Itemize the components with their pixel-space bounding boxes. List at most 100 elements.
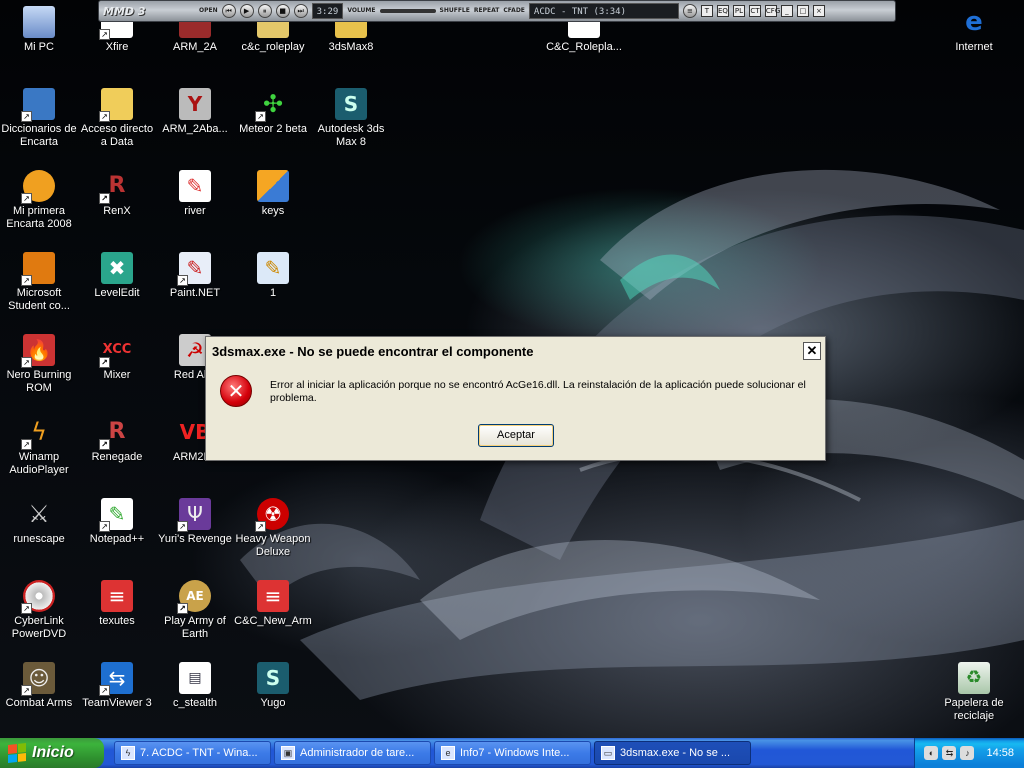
desktop-icon-heavy-weapon[interactable]: ☢ ↗ Heavy Weapon Deluxe: [234, 498, 312, 559]
toggle-eq-button[interactable]: EQ: [716, 5, 729, 17]
desktop-icon-river[interactable]: ✎ river: [156, 170, 234, 218]
desktop-icon-renegade[interactable]: R ↗ Renegade: [78, 416, 156, 464]
open-button[interactable]: OPEN: [199, 7, 218, 15]
desktop-icon-label: Acceso directo a Data: [80, 123, 154, 148]
desktop-icon-diccionarios[interactable]: ↗ Diccionarios de Encarta: [0, 88, 78, 149]
desktop-icon-internet[interactable]: e Internet: [935, 6, 1013, 54]
shortcut-arrow-icon: ↗: [99, 439, 110, 450]
recycle-bin-icon: ♻: [958, 662, 990, 694]
volume-icon[interactable]: ♪: [960, 746, 975, 760]
desktop-icon-keys[interactable]: keys: [234, 170, 312, 218]
archive-icon: ≡: [101, 580, 133, 612]
desktop-icon-army-of-earth[interactable]: AE ↗ Play Army of Earth: [156, 580, 234, 641]
desktop-icon-1[interactable]: ✎ 1: [234, 252, 312, 300]
desktop-icon-autodesk-3ds[interactable]: S Autodesk 3ds Max 8: [312, 88, 390, 149]
desktop-icon-teamviewer[interactable]: ⇆ ↗ TeamViewer 3: [78, 662, 156, 710]
minimize-icon[interactable]: _: [780, 5, 793, 17]
toggle-t-button[interactable]: T: [700, 5, 713, 17]
desktop-icon-mi-primera-encarta[interactable]: ↗ Mi primera Encarta 2008: [0, 170, 78, 231]
winamp-mini-player[interactable]: MMD 3 OPEN ⏮ ▶ ⏸ ■ ⏭ 3:29 VOLUME SHUFFLE…: [98, 0, 896, 22]
accept-button[interactable]: Aceptar: [478, 424, 554, 447]
next-icon[interactable]: ⏭: [293, 4, 308, 18]
desktop-icon-mi-pc[interactable]: Mi PC: [0, 6, 78, 54]
taskbar-item-internet-explorer[interactable]: e Info7 - Windows Inte...: [434, 741, 591, 765]
clock[interactable]: 14:58: [986, 747, 1014, 759]
desktop-icon-combat-arms[interactable]: ☺ ↗ Combat Arms: [0, 662, 78, 710]
play-icon[interactable]: ▶: [239, 4, 254, 18]
taskbar-item-task-manager[interactable]: ▣ Administrador de tare...: [274, 741, 431, 765]
pause-icon[interactable]: ⏸: [257, 4, 272, 18]
restore-icon[interactable]: □: [796, 5, 809, 17]
desktop-icon-microsoft-student[interactable]: ↗ Microsoft Student co...: [0, 252, 78, 313]
leveledit-tools-icon: ✖: [101, 252, 133, 284]
desktop-icon-winamp[interactable]: ϟ ↗ Winamp AudioPlayer: [0, 416, 78, 477]
desktop-icon-paint-net[interactable]: ✎ ↗ Paint.NET: [156, 252, 234, 300]
close-icon[interactable]: ×: [812, 5, 825, 17]
volume-slider[interactable]: [379, 9, 436, 13]
previous-icon[interactable]: ⏮: [221, 4, 236, 18]
dialog-title-bar[interactable]: 3dsmax.exe - No se puede encontrar el co…: [206, 337, 825, 365]
taskbar-item-label: 7. ACDC - TNT - Wina...: [140, 747, 258, 759]
desktop-icon-label: texutes: [99, 615, 135, 627]
crossfade-toggle[interactable]: CFADE: [503, 7, 525, 15]
shortcut-arrow-icon: ↗: [99, 193, 110, 204]
shortcut-arrow-icon: ↗: [21, 685, 32, 696]
keys-app-icon: [257, 170, 289, 202]
shortcut-arrow-icon: ↗: [99, 29, 110, 40]
mixer-icon: XCC ↗: [99, 334, 133, 368]
taskbar-buttons: ϟ 7. ACDC - TNT - Wina... ▣ Administrado…: [104, 741, 751, 765]
shortcut-arrow-icon: ↗: [21, 111, 32, 122]
desktop-icon-cc-new-arm[interactable]: ≡ C&C_New_Arm: [234, 580, 312, 628]
shortcut-arrow-icon: ↗: [177, 603, 188, 614]
windows-flag-icon: [8, 743, 26, 763]
stop-icon[interactable]: ■: [275, 4, 290, 18]
shortcut-arrow-icon: ↗: [177, 275, 188, 286]
shortcut-arrow-icon: ↗: [255, 521, 266, 532]
toggle-cfg-button[interactable]: CFG: [764, 5, 780, 17]
desktop-icon-yuris-revenge[interactable]: Ψ ↗ Yuri's Revenge: [156, 498, 234, 546]
repeat-toggle[interactable]: REPEAT: [474, 7, 500, 15]
desktop-icon-runescape[interactable]: ⚔ runescape: [0, 498, 78, 546]
desktop-icon-renx[interactable]: R ↗ RenX: [78, 170, 156, 218]
desktop-icon-label: Mixer: [103, 369, 131, 381]
tray-app-icon[interactable]: ◐: [924, 746, 939, 760]
desktop-icon-acceso-data[interactable]: ↗ Acceso directo a Data: [78, 88, 156, 149]
desktop-icon-meteor[interactable]: ✣ ↗ Meteor 2 beta: [234, 88, 312, 136]
desktop-icon-c-stealth[interactable]: ▤ c_stealth: [156, 662, 234, 710]
desktop-icon-notepad-pp[interactable]: ✎ ↗ Notepad++: [78, 498, 156, 546]
desktop-icon-leveledit[interactable]: ✖ LevelEdit: [78, 252, 156, 300]
toggle-pl-button[interactable]: PL: [732, 5, 745, 17]
toggle-ct-button[interactable]: CT: [748, 5, 761, 17]
desktop-icon-label: Xfire: [105, 41, 129, 53]
shuffle-toggle[interactable]: SHUFFLE: [440, 7, 470, 15]
taskbar-item-3dsmax-error[interactable]: ▭ 3dsmax.exe - No se ...: [594, 741, 751, 765]
renx-icon: R ↗: [99, 170, 133, 204]
shortcut-arrow-icon: ↗: [99, 685, 110, 696]
teamviewer-icon: ⇆ ↗: [99, 662, 133, 696]
desktop-icon-label: Notepad++: [89, 533, 145, 545]
desktop-icon-yugo[interactable]: S Yugo: [234, 662, 312, 710]
taskbar-item-winamp[interactable]: ϟ 7. ACDC - TNT - Wina...: [114, 741, 271, 765]
winamp-time-display: 3:29: [311, 3, 344, 19]
desktop-icon-nero[interactable]: 🔥 ↗ Nero Burning ROM: [0, 334, 78, 395]
desktop-icon-label: C&C_New_Arm: [234, 615, 312, 627]
desktop-icon-powerdvd[interactable]: ↗ CyberLink PowerDVD: [0, 580, 78, 641]
network-icon[interactable]: ⇆: [942, 746, 957, 760]
close-icon[interactable]: ✕: [803, 342, 821, 360]
desktop-icon-recycle-bin[interactable]: ♻ Papelera de reciclaje: [935, 662, 1013, 723]
encarta-kids-icon: ↗: [21, 170, 55, 204]
desktop-icon-arm-2aba[interactable]: Y ARM_2Aba...: [156, 88, 234, 136]
error-dialog: 3dsmax.exe - No se puede encontrar el co…: [205, 336, 826, 461]
desktop-icon-texutes[interactable]: ≡ texutes: [78, 580, 156, 628]
desktop-icon-label: keys: [261, 205, 285, 217]
start-button[interactable]: Inicio: [0, 738, 104, 768]
desktop-icon-label: Diccionarios de Encarta: [1, 123, 77, 148]
desktop-icon-label: Yuri's Revenge: [158, 533, 232, 545]
desktop-icon-label: Meteor 2 beta: [239, 123, 307, 135]
desktop-icon-label: Autodesk 3ds Max 8: [317, 123, 385, 148]
desktop-icon-label: c&c_roleplay: [241, 41, 305, 53]
menu-icon[interactable]: ≡: [682, 4, 697, 18]
shortcut-arrow-icon: ↗: [99, 521, 110, 532]
sword-icon: ⚔: [28, 500, 50, 528]
desktop-icon-mixer[interactable]: XCC ↗ Mixer: [78, 334, 156, 382]
